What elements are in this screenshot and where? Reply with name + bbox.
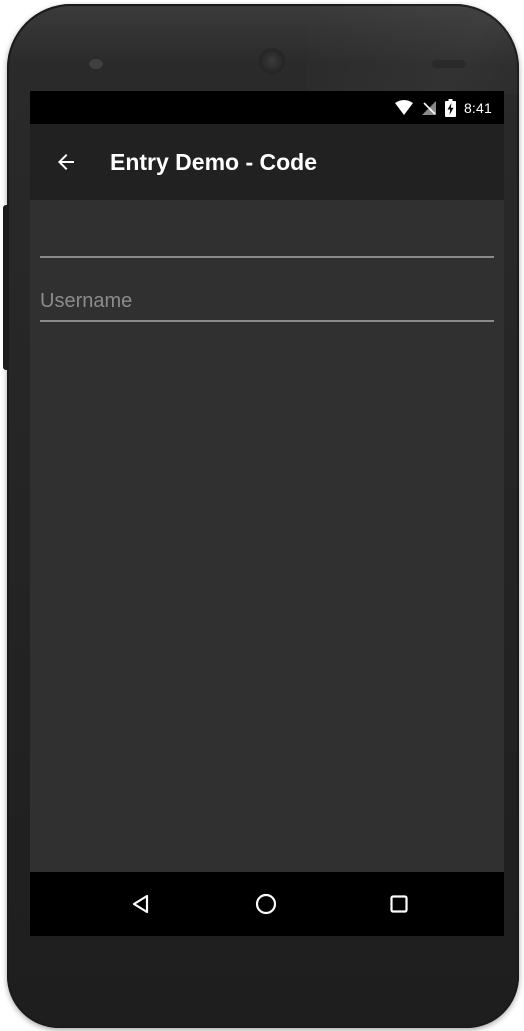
no-signal-icon	[421, 100, 436, 115]
battery-charging-icon	[444, 98, 456, 117]
nav-recents-icon	[390, 895, 408, 913]
proximity-sensor-icon	[432, 60, 466, 68]
nav-back-icon	[132, 894, 149, 914]
back-button[interactable]	[48, 144, 84, 180]
nav-home-button[interactable]	[246, 884, 286, 924]
status-time: 8:41	[463, 99, 492, 116]
earpiece-icon	[89, 59, 103, 69]
nav-home-icon	[255, 893, 277, 915]
side-volume-button	[3, 205, 9, 370]
phone-frame: 8:41 Entry Demo - Code	[0, 0, 524, 1031]
wifi-icon	[394, 99, 413, 115]
entry-field[interactable]	[40, 222, 494, 258]
status-bar: 8:41	[30, 91, 504, 124]
front-camera-icon	[259, 48, 285, 74]
nav-recents-button[interactable]	[379, 884, 419, 924]
screen: 8:41 Entry Demo - Code	[30, 91, 504, 936]
arrow-back-icon	[58, 154, 74, 170]
status-icons: 8:41	[394, 91, 492, 124]
app-bar: Entry Demo - Code	[30, 124, 504, 200]
username-field[interactable]	[40, 286, 494, 322]
page-title: Entry Demo - Code	[110, 149, 318, 175]
navigation-bar	[30, 872, 504, 936]
nav-back-button[interactable]	[121, 884, 161, 924]
content-area	[30, 200, 504, 872]
body-highlight	[307, 4, 519, 94]
